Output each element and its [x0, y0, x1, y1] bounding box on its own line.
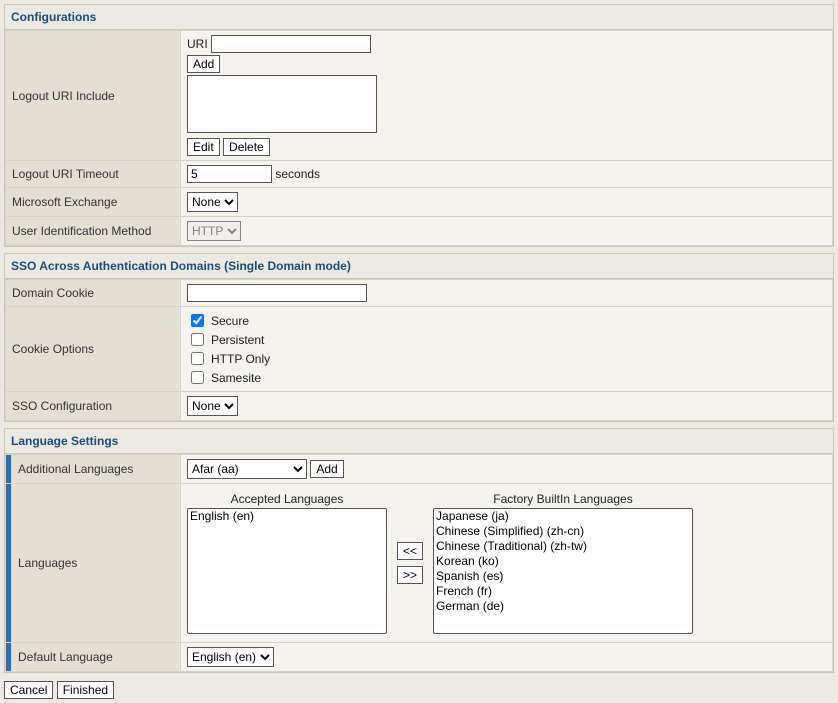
- default-lang-label: Default Language: [12, 643, 181, 672]
- lang-header: Language Settings: [4, 428, 834, 453]
- list-item[interactable]: Chinese (Simplified) (zh-cn): [434, 524, 692, 539]
- uri-delete-button[interactable]: Delete: [223, 138, 270, 156]
- sso-config-label: SSO Configuration: [6, 392, 181, 421]
- uri-input[interactable]: [211, 35, 371, 53]
- user-id-method-select: HTTP: [187, 221, 241, 241]
- persistent-checkbox[interactable]: [191, 333, 204, 346]
- languages-cell: Accepted Languages English (en) << >> Fa…: [181, 484, 833, 643]
- uri-add-button[interactable]: Add: [187, 55, 220, 73]
- lang-title: Language Settings: [11, 434, 118, 448]
- additional-lang-label: Additional Languages: [12, 455, 181, 484]
- domain-cookie-label: Domain Cookie: [6, 280, 181, 307]
- logout-uri-timeout-unit: seconds: [275, 167, 320, 181]
- logout-uri-include-cell: URI Add Edit Delete: [181, 31, 833, 161]
- uri-list[interactable]: [187, 75, 377, 133]
- accepted-title: Accepted Languages: [231, 492, 344, 506]
- ms-exchange-cell: None: [181, 188, 833, 217]
- factory-title: Factory BuiltIn Languages: [493, 492, 632, 506]
- lang-section: Additional Languages Afar (aa) Add Langu…: [4, 453, 834, 673]
- http-only-checkbox[interactable]: [191, 352, 204, 365]
- list-item[interactable]: Korean (ko): [434, 554, 692, 569]
- finished-button[interactable]: Finished: [57, 681, 114, 699]
- footer: Cancel Finished: [4, 681, 834, 699]
- samesite-checkbox[interactable]: [191, 371, 204, 384]
- list-item[interactable]: French (fr): [434, 584, 692, 599]
- uri-edit-button[interactable]: Edit: [187, 138, 220, 156]
- http-only-label: HTTP Only: [211, 350, 270, 368]
- domain-cookie-cell: [181, 280, 833, 307]
- persistent-label: Persistent: [211, 331, 264, 349]
- ms-exchange-select[interactable]: None: [187, 192, 238, 212]
- cookie-options-cell: Secure Persistent HTTP Only Samesite: [181, 307, 833, 392]
- ms-exchange-label: Microsoft Exchange: [6, 188, 181, 217]
- additional-lang-cell: Afar (aa) Add: [181, 455, 833, 484]
- cookie-options-label: Cookie Options: [6, 307, 181, 392]
- move-right-button[interactable]: >>: [397, 566, 423, 584]
- logout-uri-include-label: Logout URI Include: [6, 31, 181, 161]
- factory-listbox[interactable]: Japanese (ja)Chinese (Simplified) (zh-cn…: [433, 508, 693, 634]
- additional-lang-add-button[interactable]: Add: [310, 460, 343, 478]
- languages-label: Languages: [12, 484, 181, 643]
- configurations-section: Logout URI Include URI Add Edit Delete L…: [4, 29, 834, 247]
- sso-config-cell: None: [181, 392, 833, 421]
- uri-label: URI: [187, 37, 208, 51]
- user-id-method-cell: HTTP: [181, 217, 833, 246]
- configurations-title: Configurations: [11, 10, 96, 24]
- logout-uri-timeout-label: Logout URI Timeout: [6, 161, 181, 188]
- samesite-label: Samesite: [211, 369, 261, 387]
- sso-title: SSO Across Authentication Domains (Singl…: [11, 259, 351, 273]
- list-item[interactable]: Spanish (es): [434, 569, 692, 584]
- sso-config-select[interactable]: None: [187, 396, 238, 416]
- domain-cookie-input[interactable]: [187, 284, 367, 302]
- logout-uri-timeout-input[interactable]: [187, 165, 272, 183]
- secure-checkbox[interactable]: [191, 314, 204, 327]
- sso-header: SSO Across Authentication Domains (Singl…: [4, 253, 834, 278]
- list-item[interactable]: Japanese (ja): [434, 509, 692, 524]
- list-item[interactable]: Chinese (Traditional) (zh-tw): [434, 539, 692, 554]
- configurations-header: Configurations: [4, 4, 834, 29]
- accepted-listbox[interactable]: English (en): [187, 508, 387, 634]
- logout-uri-timeout-cell: seconds: [181, 161, 833, 188]
- secure-label: Secure: [211, 312, 249, 330]
- move-left-button[interactable]: <<: [397, 542, 423, 560]
- list-item[interactable]: English (en): [188, 509, 386, 524]
- list-item[interactable]: German (de): [434, 599, 692, 614]
- default-lang-select[interactable]: English (en): [187, 647, 274, 667]
- cancel-button[interactable]: Cancel: [4, 681, 53, 699]
- user-id-method-label: User Identification Method: [6, 217, 181, 246]
- default-lang-cell: English (en): [181, 643, 833, 672]
- additional-lang-select[interactable]: Afar (aa): [187, 459, 307, 479]
- sso-section: Domain Cookie Cookie Options Secure Pers…: [4, 278, 834, 422]
